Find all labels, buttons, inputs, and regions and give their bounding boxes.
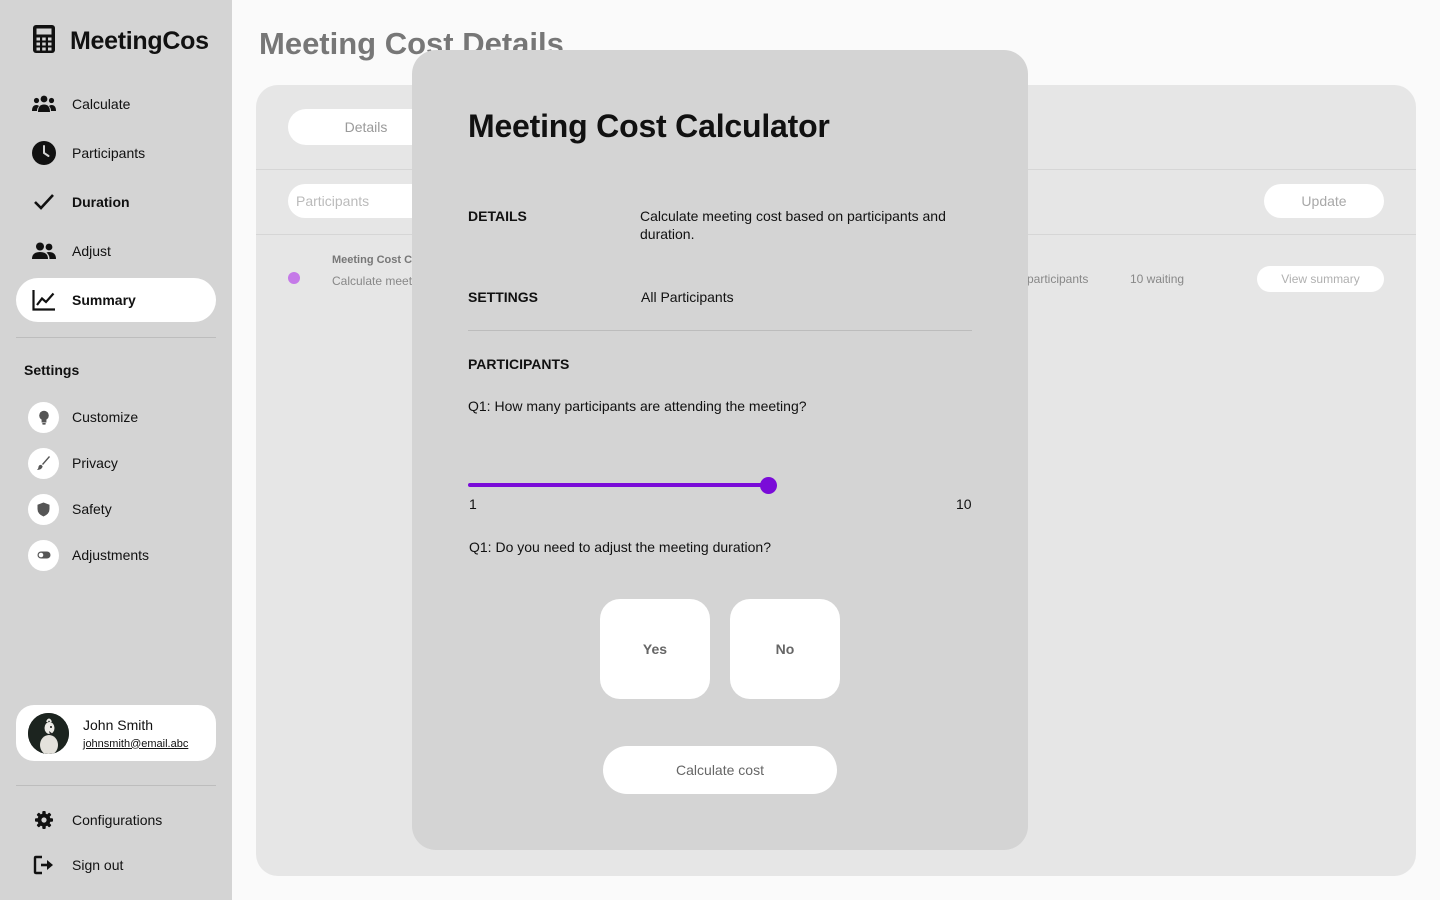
- sidebar-item-label: Duration: [72, 194, 130, 210]
- settings-item-label: Safety: [72, 501, 112, 517]
- app-name: MeetingCos: [70, 27, 209, 55]
- question-duration: Q1: Do you need to adjust the meeting du…: [469, 539, 771, 555]
- check-icon: [32, 190, 56, 214]
- update-button[interactable]: Update: [1264, 184, 1384, 218]
- calculator-modal: Meeting Cost Calculator DETAILS Calculat…: [412, 50, 1028, 850]
- details-label: DETAILS: [468, 208, 527, 224]
- status-dot: [288, 272, 300, 284]
- sidebar-bottom-list: Configurations Sign out: [16, 797, 216, 887]
- sidebar-divider: [16, 337, 216, 338]
- settings-list: Customize Privacy Safety Adjustments: [28, 394, 218, 578]
- sidebar-item-calculate[interactable]: Calculate: [16, 82, 216, 126]
- sidebar-item-label: Adjust: [72, 243, 111, 259]
- settings-item-label: Customize: [72, 409, 139, 425]
- settings-item-adjustments[interactable]: Adjustments: [28, 532, 218, 578]
- sign-out-button[interactable]: Sign out: [16, 842, 216, 887]
- row-title: Meeting Cost C: [332, 254, 413, 266]
- avatar: [28, 712, 69, 754]
- view-summary-button[interactable]: View summary: [1257, 266, 1384, 292]
- clock-icon: [32, 141, 56, 165]
- sidebar-item-summary[interactable]: Summary: [16, 278, 216, 322]
- user-info: John Smith johnsmith@email.abc: [83, 717, 188, 750]
- user-name: John Smith: [83, 716, 154, 733]
- settings-label: SETTINGS: [468, 289, 539, 305]
- settings-heading: Settings: [24, 362, 80, 378]
- shield-icon: [28, 493, 59, 525]
- sidebar-item-label: Participants: [72, 145, 146, 161]
- modal-title: Meeting Cost Calculator: [468, 108, 830, 144]
- slider-max-label: 10: [956, 496, 972, 512]
- calculate-cost-button[interactable]: Calculate cost: [603, 746, 837, 794]
- brush-icon: [28, 447, 59, 479]
- row-waiting: 10 waiting: [1130, 272, 1185, 286]
- settings-item-privacy[interactable]: Privacy: [28, 440, 218, 486]
- gear-icon: [32, 808, 56, 832]
- configurations-button[interactable]: Configurations: [16, 797, 216, 842]
- slider-min-label: 1: [469, 496, 477, 512]
- sidebar-item-label: Summary: [72, 292, 136, 308]
- chart-line-icon: [32, 288, 56, 312]
- calculator-icon: [32, 24, 56, 59]
- participants-label: PARTICIPANTS: [468, 356, 570, 372]
- sidebar-nav: Calculate Participants Duration Adjust S…: [16, 82, 216, 327]
- configurations-label: Configurations: [72, 811, 163, 828]
- settings-value: All Participants: [641, 289, 734, 305]
- sidebar-item-label: Calculate: [72, 96, 131, 112]
- user-email[interactable]: johnsmith@email.abc: [83, 738, 188, 750]
- sign-out-label: Sign out: [72, 856, 124, 873]
- row-participants: participants: [1027, 272, 1089, 286]
- modal-divider: [468, 330, 972, 331]
- settings-item-safety[interactable]: Safety: [28, 486, 218, 532]
- sign-out-icon: [32, 853, 56, 877]
- user-card[interactable]: John Smith johnsmith@email.abc: [16, 705, 216, 761]
- sidebar-bottom-divider: [16, 785, 216, 786]
- people-icon: [32, 239, 56, 263]
- question-participants: Q1: How many participants are attending …: [468, 398, 807, 414]
- details-text: Calculate meeting cost based on particip…: [640, 208, 946, 242]
- sidebar: MeetingCos Calculate Participants Durati…: [0, 0, 232, 900]
- participants-slider-thumb[interactable]: [760, 477, 777, 494]
- settings-item-label: Adjustments: [72, 547, 150, 563]
- bulb-icon: [28, 401, 59, 433]
- no-button[interactable]: No: [730, 599, 840, 699]
- brand[interactable]: MeetingCos: [32, 24, 209, 59]
- yes-button[interactable]: Yes: [600, 599, 710, 699]
- row-subtitle: Calculate meet: [332, 274, 413, 288]
- group-icon: [32, 92, 56, 116]
- toggle-icon: [28, 539, 59, 571]
- sidebar-item-adjust[interactable]: Adjust: [16, 229, 216, 273]
- participants-slider-track[interactable]: [468, 483, 769, 487]
- sidebar-item-duration[interactable]: Duration: [16, 180, 216, 224]
- sidebar-item-participants[interactable]: Participants: [16, 131, 216, 175]
- settings-item-customize[interactable]: Customize: [28, 394, 218, 440]
- settings-item-label: Privacy: [72, 455, 118, 471]
